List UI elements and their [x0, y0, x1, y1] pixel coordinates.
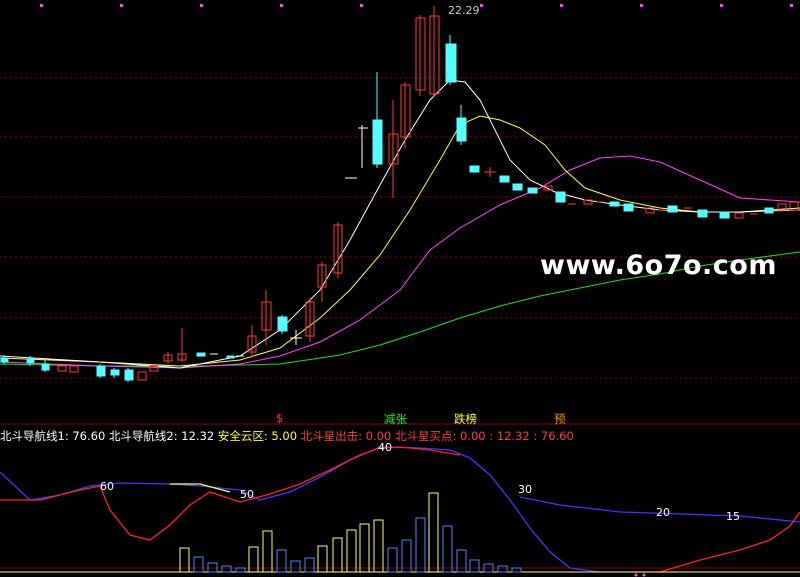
indicator-dots	[634, 573, 646, 577]
price-grid	[0, 77, 800, 379]
peak-price-label: 22.29	[448, 4, 480, 17]
indicator-bars	[179, 492, 522, 573]
stock-chart[interactable]	[0, 0, 800, 577]
signal-yu: 预	[554, 412, 566, 426]
signal-diebang: 跌榜	[454, 412, 477, 426]
level-label-60: 60	[100, 480, 114, 493]
indicator-info-bar: 北斗导航线1: 76.60 北斗导航线2: 12.32 安全云区: 5.00 北…	[0, 428, 574, 444]
indicator-red-line	[0, 446, 461, 541]
buy-point-value: 北斗星买点: 0.00 : 12.32 : 76.60	[394, 429, 574, 443]
ma-yellow-line	[0, 115, 800, 367]
level-label-40: 40	[378, 441, 392, 454]
level-label-15: 15	[726, 510, 740, 523]
level-label-30: 30	[518, 483, 532, 496]
watermark-text: www.6o7o.com	[540, 250, 777, 281]
nav-line-1-value: 北斗导航线1: 76.60	[0, 429, 106, 443]
signal-jianzhang: 减张	[384, 412, 407, 426]
indicator-blue-line	[0, 446, 660, 573]
nav-line-2-value: 北斗导航线2: 12.32	[108, 429, 215, 443]
signal-dollar: $	[276, 411, 284, 425]
level-label-50: 50	[240, 488, 254, 501]
safe-zone-value: 安全云区: 5.00	[217, 429, 298, 443]
ma-white-line	[0, 79, 800, 369]
top-markers	[40, 4, 793, 7]
level-label-20: 20	[656, 506, 670, 519]
candlesticks	[0, 6, 799, 382]
